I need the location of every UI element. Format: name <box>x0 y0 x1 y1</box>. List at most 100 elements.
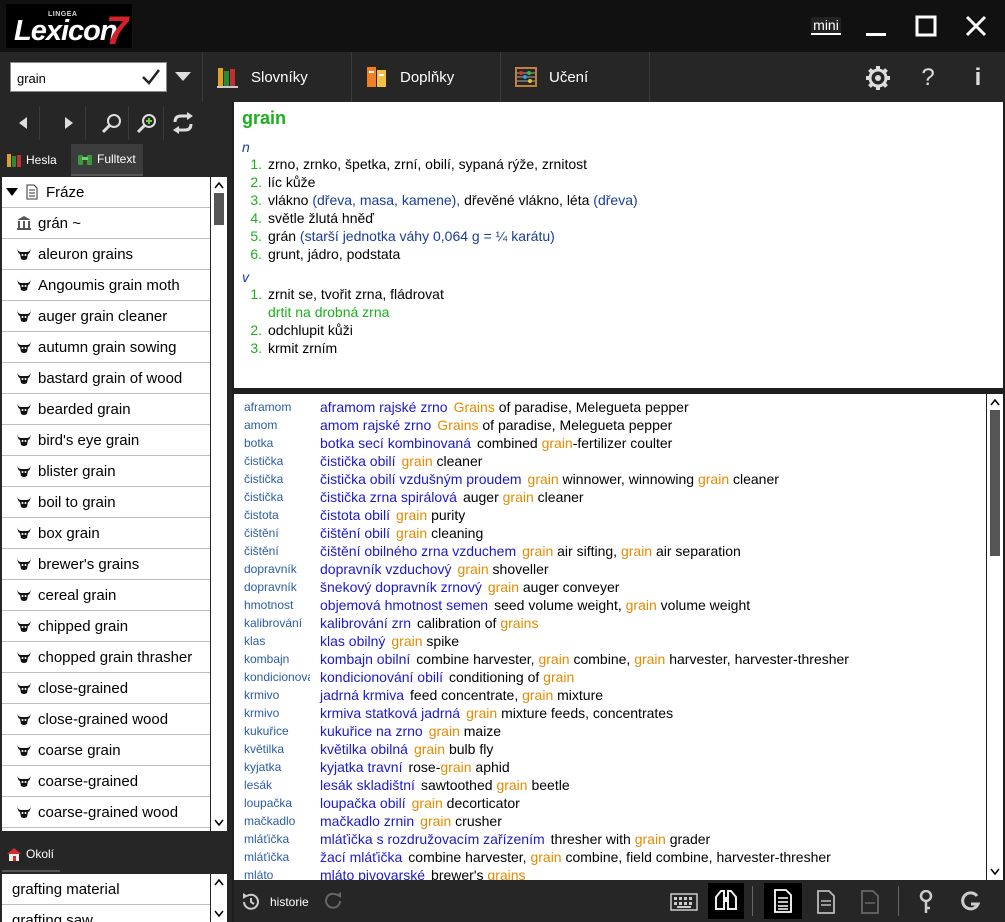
fulltext-row[interactable]: loupačka loupačka obilí grain decorticator <box>234 794 986 812</box>
list-item[interactable]: chipped grain <box>2 611 210 642</box>
list-item[interactable]: cereal grain <box>2 580 210 611</box>
fulltext-headword-link[interactable]: čistička zrna spirálová <box>320 489 457 505</box>
tab-okoli[interactable]: Okolí <box>2 838 60 872</box>
fulltext-headword-link[interactable]: mačkadlo zrnin <box>320 813 414 829</box>
tab-uceni[interactable]: Učení <box>500 52 650 102</box>
fulltext-headword-link[interactable]: čištění obilného zrna vzduchem <box>320 543 516 559</box>
fulltext-headword-link[interactable]: žací mláťička <box>320 849 402 865</box>
settings-button[interactable] <box>864 64 892 92</box>
fulltext-headword-link[interactable]: jadrná krmiva <box>320 687 404 703</box>
fulltext-headword-link[interactable]: kombajn obilní <box>320 651 410 667</box>
fulltext-row[interactable]: čištění čištění obilného zrna vzduchem gra… <box>234 542 986 560</box>
swap-direction-button[interactable] <box>166 106 200 140</box>
fulltext-headword-link[interactable]: mláto pivovarské <box>320 867 425 880</box>
keyboard-button[interactable] <box>668 886 700 918</box>
fulltext-row[interactable]: dopravník šnekový dopravník zrnový grain a… <box>234 578 986 596</box>
fulltext-headword-link[interactable]: mláťička s rozdružovacím zařízením <box>320 831 545 847</box>
key-button[interactable] <box>910 886 942 918</box>
fulltext-headword-link[interactable]: čistička obilí vzdušným proudem <box>320 471 522 487</box>
list-item[interactable]: coarse grain <box>2 735 210 766</box>
scroll-thumb[interactable] <box>990 410 1000 556</box>
fulltext-headword-link[interactable]: aframom rajské zrno <box>320 399 448 415</box>
list-item[interactable]: Angoumis grain moth <box>2 270 210 301</box>
fulltext-row[interactable]: mláťička mláťička s rozdružovacím zařízen… <box>234 830 986 848</box>
help-button[interactable]: ? <box>914 64 942 92</box>
fulltext-headword-link[interactable]: botka secí kombinovaná <box>320 435 471 451</box>
fulltext-headword-link[interactable]: kukuřice na zrno <box>320 723 423 739</box>
fulltext-headword-link[interactable]: kalibrování zrn <box>320 615 411 631</box>
scroll-up-icon[interactable] <box>214 181 224 189</box>
fulltext-row[interactable]: klas klas obilný grain spike <box>234 632 986 650</box>
fulltext-headword-link[interactable]: klas obilný <box>320 633 385 649</box>
fulltext-row[interactable]: mačkadlo mačkadlo zrnin grain crusher <box>234 812 986 830</box>
tab-slovniky[interactable]: Slovníky <box>202 52 352 102</box>
fulltext-row[interactable]: čistota čistota obilí grain purity <box>234 506 986 524</box>
tab-hesla[interactable]: Hesla <box>0 144 70 176</box>
list-item[interactable]: autumn grain sowing <box>2 332 210 363</box>
forward-button[interactable] <box>52 106 86 140</box>
tab-fulltext[interactable]: Fulltext <box>71 144 143 176</box>
short-entry-view-button[interactable] <box>854 886 886 918</box>
list-item[interactable]: grán ~ <box>2 208 210 239</box>
fulltext-row[interactable]: aframom aframom rajské zrno Grains of para… <box>234 398 986 416</box>
list-item[interactable]: coarse-grained <box>2 766 210 797</box>
back-button[interactable] <box>6 106 40 140</box>
maximize-button[interactable] <box>906 8 946 44</box>
search-button[interactable] <box>95 106 129 140</box>
fulltext-scrollbar[interactable] <box>987 394 1003 880</box>
fulltext-headword-link[interactable]: čistota obilí <box>320 507 390 523</box>
list-item[interactable]: blister grain <box>2 456 210 487</box>
search-history-dropdown-icon[interactable] <box>172 69 194 85</box>
fulltext-headword-link[interactable]: kyjatka travní <box>320 759 402 775</box>
search-input[interactable] <box>17 69 135 87</box>
okoli-item[interactable]: grafting material <box>2 874 210 905</box>
fulltext-row[interactable]: hmotnost objemová hmotnost semen seed volu… <box>234 596 986 614</box>
fulltext-row[interactable]: amom amom rajské zrno Grains of paradise, … <box>234 416 986 434</box>
list-item[interactable]: bird's eye grain <box>2 425 210 456</box>
fulltext-view-button[interactable] <box>708 883 744 919</box>
fulltext-row[interactable]: kombajn kombajn obilní combine harvester, … <box>234 650 986 668</box>
fulltext-row[interactable]: čistička čistička obilí grain cleaner <box>234 452 986 470</box>
scroll-up-icon[interactable] <box>214 878 224 886</box>
list-item[interactable]: box grain <box>2 518 210 549</box>
grammar-button[interactable] <box>954 886 986 918</box>
fulltext-headword-link[interactable]: květilka obilná <box>320 741 408 757</box>
okoli-scrollbar[interactable] <box>211 874 227 922</box>
fulltext-headword-link[interactable]: čistička obilí <box>320 453 395 469</box>
search-plus-button[interactable] <box>130 106 164 140</box>
list-item[interactable]: close-grained <box>2 673 210 704</box>
mini-mode-button[interactable]: mini <box>806 8 846 44</box>
fulltext-row[interactable]: kyjatka kyjatka travní rose-grain aphid <box>234 758 986 776</box>
list-item[interactable]: coarse-grained wood <box>2 797 210 828</box>
minimize-button[interactable] <box>856 8 896 44</box>
fulltext-headword-link[interactable]: kondicionování obilí <box>320 669 443 685</box>
fulltext-headword-link[interactable]: krmiva statková jadrná <box>320 705 460 721</box>
word-list-scrollbar[interactable] <box>211 177 227 831</box>
scroll-down-icon[interactable] <box>214 819 224 827</box>
fulltext-headword-link[interactable]: loupačka obilí <box>320 795 406 811</box>
fulltext-row[interactable]: botka botka secí kombinovaná combined grai… <box>234 434 986 452</box>
fulltext-headword-link[interactable]: dopravník vzduchový <box>320 561 452 577</box>
fulltext-headword-link[interactable]: lesák skladištní <box>320 777 415 793</box>
fulltext-headword-link[interactable]: čištění obilí <box>320 525 390 541</box>
fulltext-row[interactable]: kukuřice kukuřice na zrno grain maize <box>234 722 986 740</box>
fulltext-row[interactable]: dopravník dopravník vzduchový grain shovel… <box>234 560 986 578</box>
full-entry-view-button[interactable] <box>764 883 802 919</box>
info-button[interactable]: i <box>964 64 992 92</box>
close-button[interactable] <box>956 8 996 44</box>
okoli-item[interactable]: grafting saw <box>2 905 210 922</box>
fulltext-headword-link[interactable]: objemová hmotnost semen <box>320 597 488 613</box>
list-item[interactable]: close-grained wood <box>2 704 210 735</box>
fulltext-headword-link[interactable]: amom rajské zrno <box>320 417 431 433</box>
fulltext-row[interactable]: krmivo jadrná krmiva feed concentrate, gra… <box>234 686 986 704</box>
fulltext-row[interactable]: mláto mláto pivovarské brewer's grains <box>234 866 986 880</box>
list-item[interactable]: aleuron grains <box>2 239 210 270</box>
fulltext-row[interactable]: lesák lesák skladištní sawtoothed grain be… <box>234 776 986 794</box>
confirm-check-icon[interactable] <box>140 66 162 88</box>
list-item[interactable]: bearded grain <box>2 394 210 425</box>
fulltext-row[interactable]: čistička čistička obilí vzdušným proudem g… <box>234 470 986 488</box>
fulltext-row[interactable]: mláťička žací mláťička combine harvester, … <box>234 848 986 866</box>
fulltext-row[interactable]: čištění čištění obilí grain cleaning <box>234 524 986 542</box>
tab-doplnky[interactable]: Doplňky <box>351 52 501 102</box>
list-item[interactable]: chopped grain thrasher <box>2 642 210 673</box>
